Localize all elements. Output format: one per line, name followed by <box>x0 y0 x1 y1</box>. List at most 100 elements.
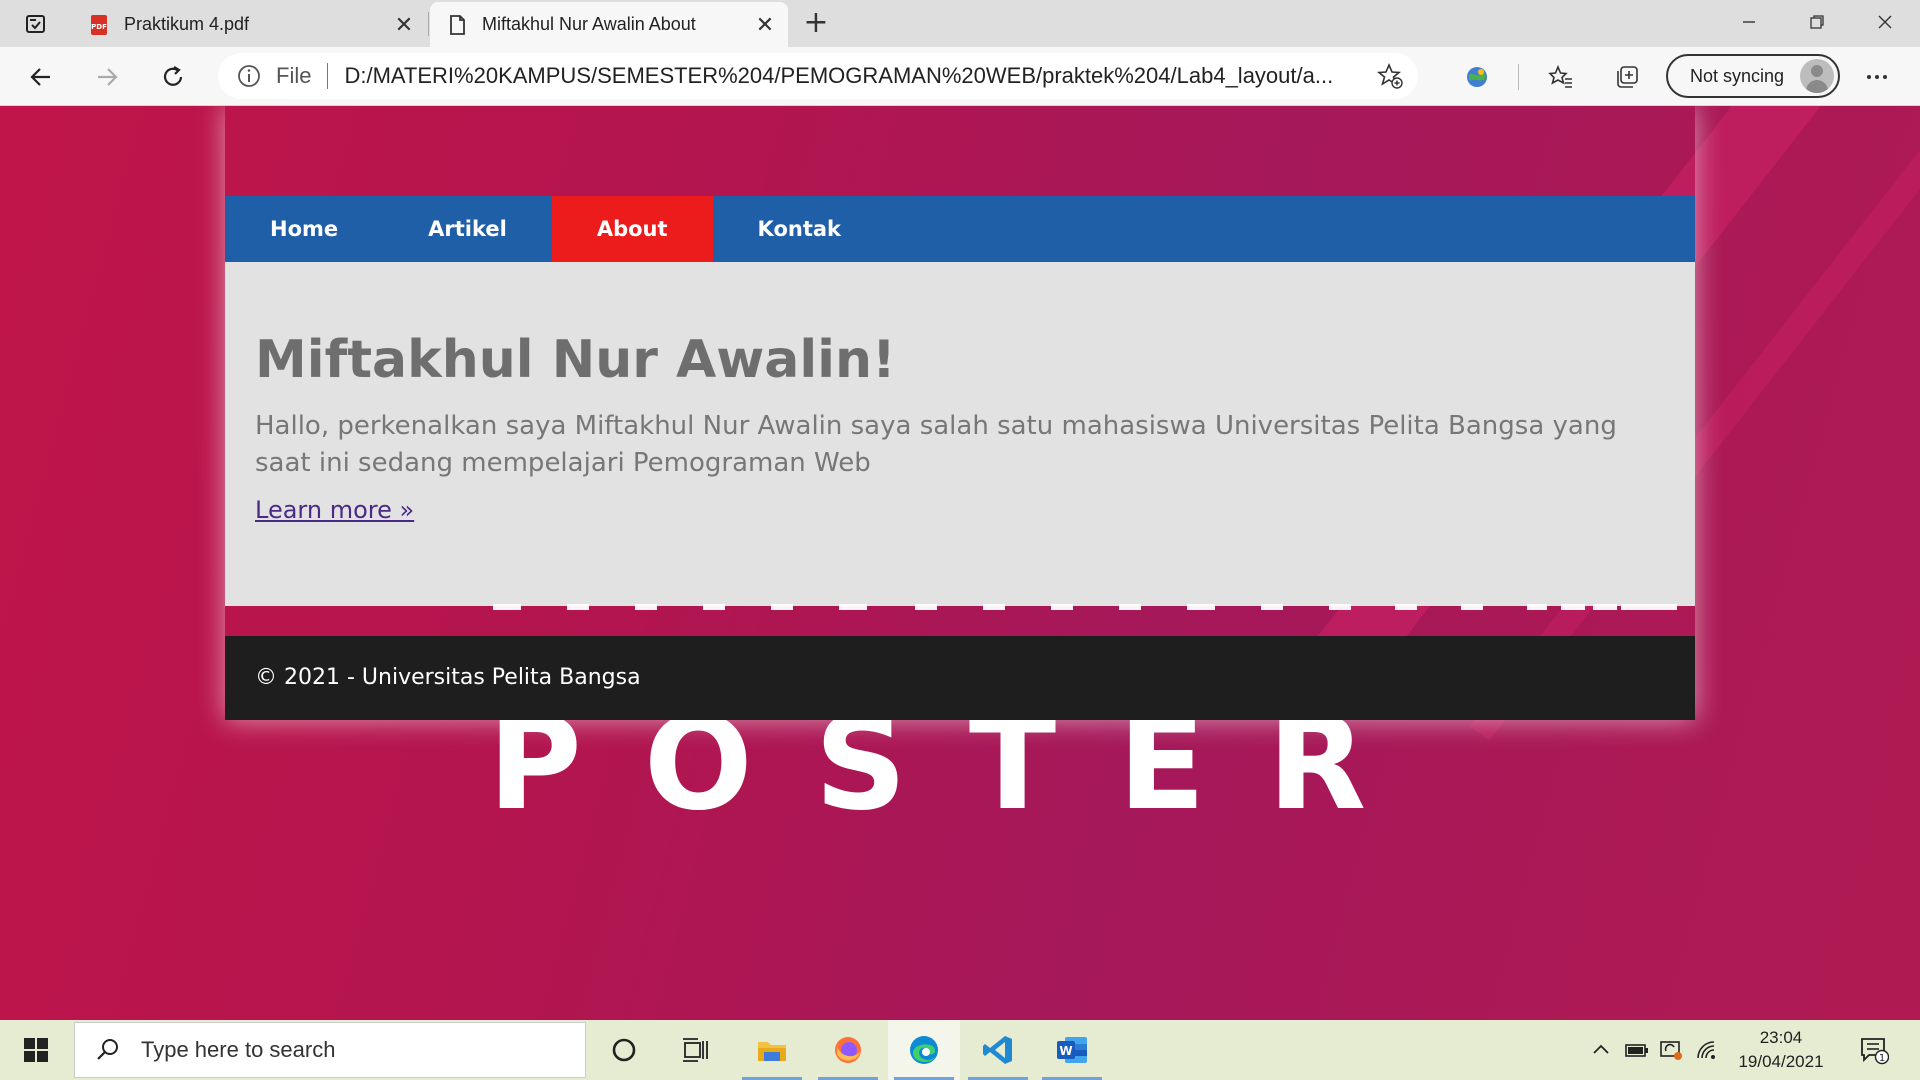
decorative-dash <box>1461 604 1483 610</box>
decorative-dash <box>493 604 521 610</box>
back-button[interactable] <box>22 58 60 96</box>
decorative-dash <box>1395 604 1417 610</box>
globe-extension-icon <box>1467 67 1487 87</box>
new-tab-button[interactable]: + <box>798 6 834 42</box>
decorative-dash <box>1119 604 1141 610</box>
battery-indicator[interactable] <box>1620 1020 1654 1080</box>
decorative-dash <box>1329 604 1351 610</box>
page-footer: © 2021 - Universitas Pelita Bangsa <box>225 636 1695 720</box>
wifi-icon <box>1697 1041 1715 1059</box>
decorative-dash <box>1261 604 1283 610</box>
address-bar[interactable]: File D:/MATERI%20KAMPUS/SEMESTER%204/PEM… <box>218 53 1418 99</box>
chevron-up-icon <box>1593 1044 1609 1054</box>
forward-button[interactable] <box>88 58 126 96</box>
sync-status-label: Not syncing <box>1690 65 1785 86</box>
decorative-dash <box>567 604 589 610</box>
tab-title: Miftakhul Nur Awalin About <box>482 14 696 34</box>
file-explorer-button[interactable] <box>736 1020 808 1080</box>
task-view-icon <box>683 1038 708 1062</box>
taskbar-search-box[interactable]: Type here to search <box>74 1022 586 1078</box>
taskbar-clock[interactable]: 23:04 19/04/2021 <box>1726 1026 1836 1074</box>
windows-taskbar: Type here to search W 23:04 19/04/2021 1 <box>0 1020 1920 1080</box>
scheme-label: File <box>276 63 312 88</box>
page-viewport: POSTER Home Artikel About Kontak Miftakh… <box>0 106 1920 1020</box>
page-header <box>225 106 1695 196</box>
address-divider <box>327 63 329 89</box>
tab-actions-button[interactable] <box>10 8 62 40</box>
tab-praktikum-pdf[interactable]: PDF Praktikum 4.pdf ✕ <box>72 2 427 47</box>
decorative-dash <box>915 604 937 610</box>
task-view-button[interactable] <box>660 1020 732 1080</box>
back-arrow-icon <box>30 68 50 86</box>
favorites-button[interactable] <box>1542 58 1580 96</box>
url-text[interactable]: D:/MATERI%20KAMPUS/SEMESTER%204/PEMOGRAM… <box>344 63 1370 89</box>
decorative-dash <box>771 604 793 610</box>
tab-divider <box>428 12 429 36</box>
decorative-dash <box>983 604 1005 610</box>
toolbar-divider <box>1518 64 1519 90</box>
search-icon <box>93 1035 123 1065</box>
edge-icon <box>910 1036 938 1064</box>
close-tab-icon[interactable]: ✕ <box>750 12 780 38</box>
notification-count: 1 <box>1879 1053 1885 1064</box>
page-icon <box>450 14 465 35</box>
restore-button[interactable] <box>1784 0 1850 44</box>
decorative-dash <box>1561 604 1585 610</box>
forward-arrow-icon <box>98 68 118 86</box>
info-icon[interactable] <box>236 63 262 89</box>
pdf-icon: PDF <box>91 14 107 35</box>
minimize-button[interactable] <box>1716 0 1782 44</box>
decorative-dash <box>839 604 867 610</box>
nav-artikel[interactable]: Artikel <box>383 196 552 262</box>
decorative-dash <box>1593 604 1617 610</box>
tab-actions-icon <box>26 15 45 33</box>
sync-device-icon <box>1660 1041 1682 1060</box>
extension-button[interactable] <box>1458 58 1496 96</box>
collections-button[interactable] <box>1608 58 1646 96</box>
close-tab-icon[interactable]: ✕ <box>389 12 419 38</box>
device-indicator[interactable] <box>1654 1020 1688 1080</box>
vscode-button[interactable] <box>962 1020 1034 1080</box>
hero-section: Miftakhul Nur Awalin! Hallo, perkenalkan… <box>225 262 1695 606</box>
decorative-dash <box>635 604 657 610</box>
nav-home[interactable]: Home <box>225 196 383 262</box>
edge-button[interactable] <box>888 1020 960 1080</box>
favorites-icon <box>1548 64 1572 88</box>
minimize-icon <box>1743 21 1755 23</box>
clock-date: 19/04/2021 <box>1738 1052 1824 1071</box>
page-container: Home Artikel About Kontak Miftakhul Nur … <box>225 106 1695 720</box>
add-favorite-button[interactable] <box>1370 56 1410 96</box>
show-hidden-icons-button[interactable] <box>1584 1020 1618 1080</box>
start-button[interactable] <box>0 1020 72 1080</box>
refresh-button[interactable] <box>154 58 192 96</box>
browser-toolbar: File D:/MATERI%20KAMPUS/SEMESTER%204/PEM… <box>0 47 1920 106</box>
decorative-dash <box>1527 604 1547 610</box>
decorative-dash <box>703 604 725 610</box>
settings-menu-button[interactable] <box>1858 58 1896 96</box>
decorative-dash <box>1187 604 1215 610</box>
nav-about[interactable]: About <box>551 196 713 262</box>
star-add-icon <box>1376 62 1403 89</box>
close-icon <box>1878 15 1892 29</box>
close-window-button[interactable] <box>1852 0 1918 44</box>
clock-time: 23:04 <box>1759 1028 1803 1047</box>
windows-logo-icon <box>24 1038 48 1062</box>
tab-about[interactable]: Miftakhul Nur Awalin About ✕ <box>430 2 788 47</box>
hero-title: Miftakhul Nur Awalin! <box>255 330 896 390</box>
learn-more-link[interactable]: Learn more » <box>255 496 414 524</box>
notification-center-button[interactable]: 1 <box>1852 1020 1896 1080</box>
nav-kontak[interactable]: Kontak <box>713 196 886 262</box>
cortana-button[interactable] <box>588 1020 660 1080</box>
more-dots-icon <box>1867 75 1887 79</box>
profile-sync-button[interactable]: Not syncing <box>1666 54 1840 98</box>
word-icon: W <box>1057 1037 1087 1063</box>
firefox-icon <box>835 1037 861 1063</box>
main-nav: Home Artikel About Kontak <box>225 196 1695 262</box>
collections-icon <box>1617 66 1638 88</box>
background-poster-text: POSTER <box>488 690 1429 839</box>
wifi-indicator[interactable] <box>1690 1020 1724 1080</box>
word-button[interactable]: W <box>1036 1020 1108 1080</box>
search-placeholder: Type here to search <box>141 1037 336 1062</box>
refresh-icon <box>163 66 183 86</box>
firefox-button[interactable] <box>812 1020 884 1080</box>
